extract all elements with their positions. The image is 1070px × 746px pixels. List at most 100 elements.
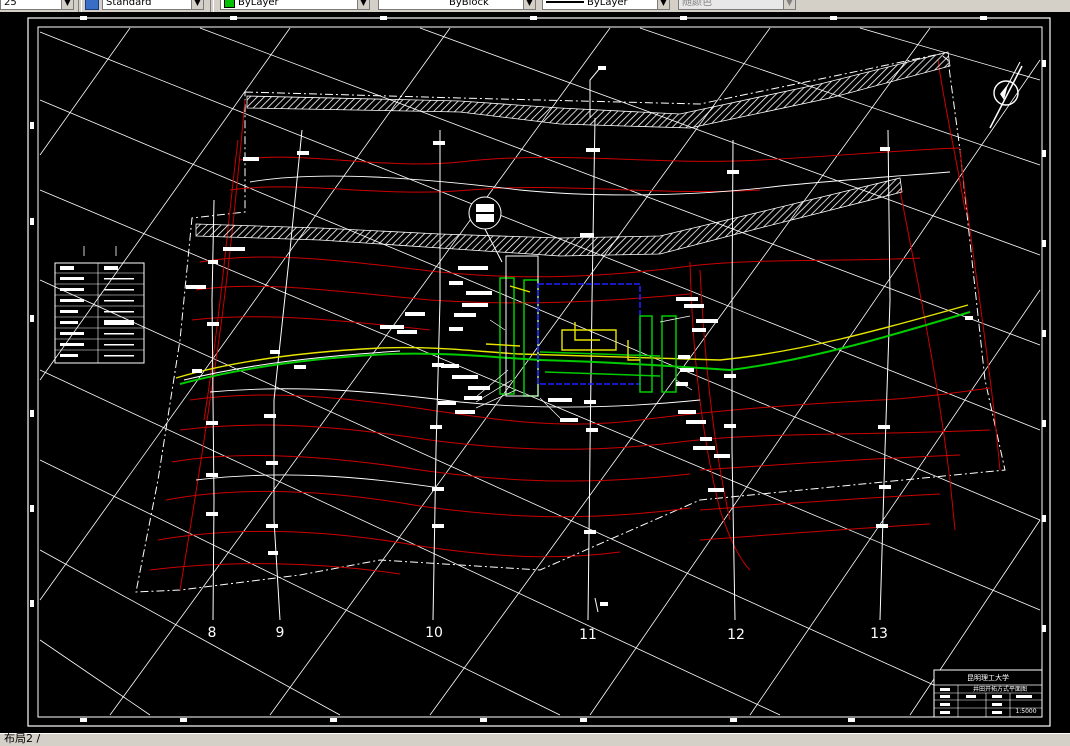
north-arrow-icon: [989, 61, 1023, 129]
annotation-block: [676, 382, 688, 386]
annotation-block: [965, 316, 973, 320]
annotation-block: [405, 312, 425, 316]
legend-table: [54, 246, 145, 364]
annotation-block: [208, 260, 218, 264]
annotation-block: [724, 374, 736, 378]
linetype-combo[interactable]: ByBlock ▼: [378, 0, 536, 10]
color-combo-value: ByLayer: [238, 0, 279, 8]
annotation-block: [206, 421, 218, 425]
profile-label-12: 12: [727, 627, 745, 643]
annotation-block: [584, 530, 596, 534]
chevron-down-icon[interactable]: ▼: [657, 0, 669, 9]
annotation-block: [449, 327, 463, 331]
lineweight-combo[interactable]: ByLayer ▼: [542, 0, 670, 10]
coal-seam-band-upper: [246, 51, 951, 129]
annotation-block: [464, 396, 482, 400]
annotation-block: [724, 424, 736, 428]
annotation-block: [876, 524, 888, 528]
drawing-canvas[interactable]: 8 9 10 11 12 13 昆明理工大学 井田开拓方式平面图 1:5000: [0, 12, 1070, 733]
status-bar: 布局2 /: [0, 733, 1070, 746]
profile-lines: [211, 67, 891, 621]
annotation-block: [680, 368, 694, 372]
annotation-block: [462, 303, 488, 307]
chevron-down-icon[interactable]: ▼: [783, 0, 795, 9]
annotation-block: [397, 330, 417, 334]
shaft-station: [485, 255, 677, 397]
annotation-block: [455, 410, 475, 414]
annotation-block: [294, 365, 306, 369]
chevron-down-icon[interactable]: ▼: [523, 0, 535, 9]
annotation-block: [693, 446, 715, 450]
sheet-border: [27, 17, 1051, 727]
annotation-block: [206, 473, 218, 477]
scale-combo[interactable]: 25 ▼: [0, 0, 74, 10]
annotation-block: [452, 375, 478, 379]
annotation-block: [432, 487, 444, 491]
plotstyle-combo[interactable]: 随颜色 ▼: [678, 0, 796, 10]
linetype-combo-value: ByBlock: [449, 0, 489, 8]
title-block-scale: 1:5000: [1015, 708, 1036, 715]
layout-tab[interactable]: 布局2 /: [0, 733, 44, 745]
annotation-block: [192, 369, 202, 373]
annotation-block: [678, 355, 690, 359]
annotation-block: [380, 325, 404, 329]
annotation-block: [243, 157, 259, 161]
annotation-block: [708, 488, 724, 492]
annotation-block: [878, 425, 890, 429]
profile-label-13: 13: [870, 626, 888, 642]
annotation-block: [684, 304, 704, 308]
lineweight-combo-value: ByLayer: [587, 0, 628, 8]
profile-label-10: 10: [425, 625, 443, 641]
annotation-block: [297, 151, 309, 155]
profile-end-mark: [600, 602, 608, 606]
annotation-block: [266, 461, 278, 465]
annotation-block: [714, 454, 730, 458]
annotation-block: [692, 328, 706, 332]
annotation-block: [586, 428, 598, 432]
annotation-block: [449, 281, 463, 285]
coal-seam-band-lower: [195, 177, 903, 257]
chevron-down-icon[interactable]: ▼: [191, 0, 203, 9]
profile-label-11: 11: [579, 627, 597, 643]
text-style-value: Standard: [106, 0, 152, 8]
toolbar-separator: [210, 0, 214, 12]
annotation-block: [270, 350, 280, 354]
annotation-block: [879, 485, 891, 489]
annotation-block: [186, 285, 206, 289]
annotation-block: [223, 247, 245, 251]
annotation-block: [468, 386, 490, 390]
chevron-down-icon[interactable]: ▼: [357, 0, 369, 9]
color-swatch-icon: [224, 0, 235, 8]
annotation-block: [458, 266, 488, 270]
color-combo[interactable]: ByLayer ▼: [220, 0, 370, 10]
annotation-block: [206, 512, 218, 516]
profile-end-mark: [598, 66, 606, 70]
annotation-block: [466, 291, 492, 295]
plotstyle-combo-value: 随颜色: [682, 0, 712, 8]
lineweight-sample-icon: [546, 1, 584, 3]
drawing-svg[interactable]: 8 9 10 11 12 13 昆明理工大学 井田开拓方式平面图 1:5000: [0, 12, 1070, 733]
title-block-header: 昆明理工大学: [967, 673, 1009, 682]
annotation-block: [432, 363, 444, 367]
scale-combo-value: 25: [4, 0, 17, 8]
coordinate-grid: [39, 27, 1041, 716]
annotation-block: [264, 414, 276, 418]
annotation-block: [580, 233, 594, 237]
annotation-block: [430, 425, 442, 429]
annotation-block: [438, 401, 456, 405]
annotation-block: [700, 437, 712, 441]
annotation-block: [880, 147, 890, 151]
title-block: 昆明理工大学 井田开拓方式平面图 1:5000: [933, 669, 1043, 718]
text-style-icon[interactable]: [85, 0, 99, 10]
annotation-block: [696, 319, 718, 323]
annotation-block: [586, 148, 600, 152]
inner-border: [37, 26, 1043, 718]
chevron-down-icon[interactable]: ▼: [61, 0, 73, 9]
text-style-combo[interactable]: Standard ▼: [102, 0, 204, 10]
annotation-block: [727, 170, 739, 174]
annotation-block: [548, 398, 572, 402]
annotation-block: [454, 313, 476, 317]
profile-label-8: 8: [208, 625, 217, 641]
toolbar-separator: [78, 0, 82, 12]
annotation-block: [560, 418, 578, 422]
